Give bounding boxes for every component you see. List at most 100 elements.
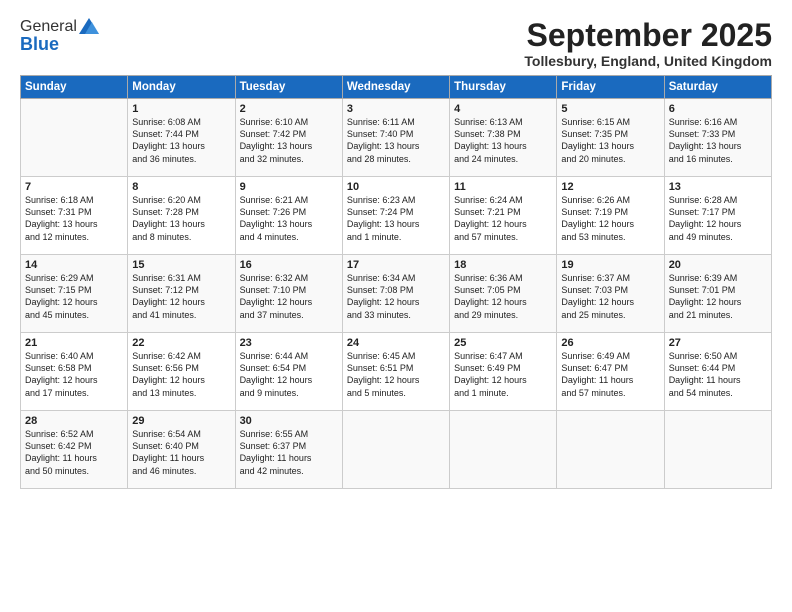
cell-w4-d1: 21Sunrise: 6:40 AMSunset: 6:58 PMDayligh…: [21, 333, 128, 411]
day-number: 23: [240, 337, 338, 349]
day-info: Sunrise: 6:39 AMSunset: 7:01 PMDaylight:…: [669, 272, 767, 321]
day-number: 17: [347, 259, 445, 271]
day-info: Sunrise: 6:11 AMSunset: 7:40 PMDaylight:…: [347, 116, 445, 165]
cell-w2-d2: 8Sunrise: 6:20 AMSunset: 7:28 PMDaylight…: [128, 177, 235, 255]
day-number: 21: [25, 337, 123, 349]
cell-w1-d1: [21, 99, 128, 177]
cell-w5-d3: 30Sunrise: 6:55 AMSunset: 6:37 PMDayligh…: [235, 411, 342, 489]
cell-w5-d5: [450, 411, 557, 489]
day-info: Sunrise: 6:23 AMSunset: 7:24 PMDaylight:…: [347, 194, 445, 243]
cell-w1-d5: 4Sunrise: 6:13 AMSunset: 7:38 PMDaylight…: [450, 99, 557, 177]
cell-w2-d4: 10Sunrise: 6:23 AMSunset: 7:24 PMDayligh…: [342, 177, 449, 255]
day-number: 14: [25, 259, 123, 271]
day-number: 6: [669, 103, 767, 115]
day-number: 11: [454, 181, 552, 193]
week-row-1: 1Sunrise: 6:08 AMSunset: 7:44 PMDaylight…: [21, 99, 772, 177]
col-sunday: Sunday: [21, 76, 128, 99]
col-saturday: Saturday: [664, 76, 771, 99]
day-number: 25: [454, 337, 552, 349]
col-monday: Monday: [128, 76, 235, 99]
day-number: 3: [347, 103, 445, 115]
month-title: September 2025: [524, 18, 772, 53]
day-info: Sunrise: 6:37 AMSunset: 7:03 PMDaylight:…: [561, 272, 659, 321]
day-info: Sunrise: 6:08 AMSunset: 7:44 PMDaylight:…: [132, 116, 230, 165]
cell-w1-d4: 3Sunrise: 6:11 AMSunset: 7:40 PMDaylight…: [342, 99, 449, 177]
day-info: Sunrise: 6:40 AMSunset: 6:58 PMDaylight:…: [25, 350, 123, 399]
day-number: 16: [240, 259, 338, 271]
day-info: Sunrise: 6:21 AMSunset: 7:26 PMDaylight:…: [240, 194, 338, 243]
day-info: Sunrise: 6:20 AMSunset: 7:28 PMDaylight:…: [132, 194, 230, 243]
cell-w4-d3: 23Sunrise: 6:44 AMSunset: 6:54 PMDayligh…: [235, 333, 342, 411]
day-info: Sunrise: 6:47 AMSunset: 6:49 PMDaylight:…: [454, 350, 552, 399]
cell-w2-d5: 11Sunrise: 6:24 AMSunset: 7:21 PMDayligh…: [450, 177, 557, 255]
day-number: 19: [561, 259, 659, 271]
col-wednesday: Wednesday: [342, 76, 449, 99]
day-info: Sunrise: 6:10 AMSunset: 7:42 PMDaylight:…: [240, 116, 338, 165]
day-info: Sunrise: 6:15 AMSunset: 7:35 PMDaylight:…: [561, 116, 659, 165]
col-tuesday: Tuesday: [235, 76, 342, 99]
day-number: 26: [561, 337, 659, 349]
day-number: 18: [454, 259, 552, 271]
cell-w4-d4: 24Sunrise: 6:45 AMSunset: 6:51 PMDayligh…: [342, 333, 449, 411]
cell-w4-d2: 22Sunrise: 6:42 AMSunset: 6:56 PMDayligh…: [128, 333, 235, 411]
day-info: Sunrise: 6:32 AMSunset: 7:10 PMDaylight:…: [240, 272, 338, 321]
cell-w2-d6: 12Sunrise: 6:26 AMSunset: 7:19 PMDayligh…: [557, 177, 664, 255]
day-number: 4: [454, 103, 552, 115]
day-number: 9: [240, 181, 338, 193]
day-info: Sunrise: 6:54 AMSunset: 6:40 PMDaylight:…: [132, 428, 230, 477]
day-info: Sunrise: 6:18 AMSunset: 7:31 PMDaylight:…: [25, 194, 123, 243]
cell-w1-d7: 6Sunrise: 6:16 AMSunset: 7:33 PMDaylight…: [664, 99, 771, 177]
day-number: 27: [669, 337, 767, 349]
cell-w3-d4: 17Sunrise: 6:34 AMSunset: 7:08 PMDayligh…: [342, 255, 449, 333]
title-block: September 2025 Tollesbury, England, Unit…: [524, 18, 772, 69]
day-info: Sunrise: 6:52 AMSunset: 6:42 PMDaylight:…: [25, 428, 123, 477]
day-info: Sunrise: 6:16 AMSunset: 7:33 PMDaylight:…: [669, 116, 767, 165]
cell-w5-d2: 29Sunrise: 6:54 AMSunset: 6:40 PMDayligh…: [128, 411, 235, 489]
cell-w3-d2: 15Sunrise: 6:31 AMSunset: 7:12 PMDayligh…: [128, 255, 235, 333]
week-row-2: 7Sunrise: 6:18 AMSunset: 7:31 PMDaylight…: [21, 177, 772, 255]
day-number: 22: [132, 337, 230, 349]
day-info: Sunrise: 6:24 AMSunset: 7:21 PMDaylight:…: [454, 194, 552, 243]
cell-w5-d1: 28Sunrise: 6:52 AMSunset: 6:42 PMDayligh…: [21, 411, 128, 489]
day-info: Sunrise: 6:13 AMSunset: 7:38 PMDaylight:…: [454, 116, 552, 165]
cell-w4-d7: 27Sunrise: 6:50 AMSunset: 6:44 PMDayligh…: [664, 333, 771, 411]
page: General Blue September 2025 Tollesbury, …: [0, 0, 792, 612]
day-number: 12: [561, 181, 659, 193]
cell-w2-d3: 9Sunrise: 6:21 AMSunset: 7:26 PMDaylight…: [235, 177, 342, 255]
day-info: Sunrise: 6:34 AMSunset: 7:08 PMDaylight:…: [347, 272, 445, 321]
cell-w5-d7: [664, 411, 771, 489]
day-info: Sunrise: 6:45 AMSunset: 6:51 PMDaylight:…: [347, 350, 445, 399]
cell-w1-d3: 2Sunrise: 6:10 AMSunset: 7:42 PMDaylight…: [235, 99, 342, 177]
cell-w5-d6: [557, 411, 664, 489]
day-number: 29: [132, 415, 230, 427]
col-thursday: Thursday: [450, 76, 557, 99]
cell-w2-d1: 7Sunrise: 6:18 AMSunset: 7:31 PMDaylight…: [21, 177, 128, 255]
day-number: 24: [347, 337, 445, 349]
day-info: Sunrise: 6:42 AMSunset: 6:56 PMDaylight:…: [132, 350, 230, 399]
day-info: Sunrise: 6:55 AMSunset: 6:37 PMDaylight:…: [240, 428, 338, 477]
cell-w2-d7: 13Sunrise: 6:28 AMSunset: 7:17 PMDayligh…: [664, 177, 771, 255]
cell-w3-d3: 16Sunrise: 6:32 AMSunset: 7:10 PMDayligh…: [235, 255, 342, 333]
logo: General Blue: [20, 18, 99, 55]
cell-w4-d6: 26Sunrise: 6:49 AMSunset: 6:47 PMDayligh…: [557, 333, 664, 411]
cell-w5-d4: [342, 411, 449, 489]
day-info: Sunrise: 6:28 AMSunset: 7:17 PMDaylight:…: [669, 194, 767, 243]
week-row-5: 28Sunrise: 6:52 AMSunset: 6:42 PMDayligh…: [21, 411, 772, 489]
logo-icon: [79, 18, 99, 34]
cell-w3-d5: 18Sunrise: 6:36 AMSunset: 7:05 PMDayligh…: [450, 255, 557, 333]
day-number: 2: [240, 103, 338, 115]
calendar-table: Sunday Monday Tuesday Wednesday Thursday…: [20, 75, 772, 489]
location: Tollesbury, England, United Kingdom: [524, 53, 772, 69]
cell-w3-d1: 14Sunrise: 6:29 AMSunset: 7:15 PMDayligh…: [21, 255, 128, 333]
day-info: Sunrise: 6:26 AMSunset: 7:19 PMDaylight:…: [561, 194, 659, 243]
day-number: 13: [669, 181, 767, 193]
logo-blue-text: Blue: [20, 34, 59, 55]
day-number: 7: [25, 181, 123, 193]
cell-w1-d6: 5Sunrise: 6:15 AMSunset: 7:35 PMDaylight…: [557, 99, 664, 177]
header-row: Sunday Monday Tuesday Wednesday Thursday…: [21, 76, 772, 99]
day-number: 28: [25, 415, 123, 427]
col-friday: Friday: [557, 76, 664, 99]
header: General Blue September 2025 Tollesbury, …: [20, 18, 772, 69]
cell-w3-d6: 19Sunrise: 6:37 AMSunset: 7:03 PMDayligh…: [557, 255, 664, 333]
day-number: 10: [347, 181, 445, 193]
